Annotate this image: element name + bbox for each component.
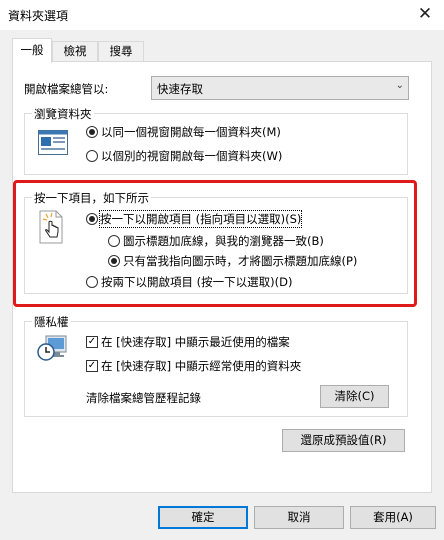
radio-single-click-label: 按一下以開啟項目 (指向項目以選取)(S)	[98, 210, 303, 228]
cancel-button[interactable]: 取消	[254, 506, 344, 529]
restore-defaults-button[interactable]: 還原成預設值(R)	[282, 429, 405, 452]
window-icon	[38, 128, 68, 156]
privacy-legend: 隱私權	[32, 314, 71, 330]
radio-same-window[interactable]	[86, 126, 98, 138]
radio-single-click[interactable]	[86, 213, 98, 225]
radio-double-click[interactable]	[86, 276, 98, 288]
browse-folders-group	[24, 113, 408, 175]
radio-same-window-label: 以同一個視窗開啟每一個資料夾(M)	[101, 125, 281, 139]
privacy-clock-icon	[36, 333, 68, 363]
radio-double-click-label: 按兩下以開啟項目 (按一下以選取)(D)	[101, 275, 293, 289]
open-explorer-label: 開啟檔案總管以:	[24, 82, 109, 96]
check-recent-files[interactable]: ✓	[86, 336, 98, 348]
browse-folders-legend: 瀏覽資料夾	[32, 106, 94, 122]
click-items-legend: 按一下項目，如下所示	[32, 190, 151, 206]
radio-separate-window[interactable]	[86, 150, 98, 162]
open-explorer-value: 快速存取	[157, 82, 203, 96]
check-frequent-folders[interactable]: ✓	[86, 360, 98, 372]
radio-separate-window-label: 以個別的視窗開啟每一個資料夾(W)	[101, 149, 283, 163]
chevron-down-icon: ⌄	[395, 80, 404, 91]
apply-button[interactable]: 套用(A)	[350, 506, 436, 529]
radio-underline-browser[interactable]	[108, 235, 120, 247]
tab-general[interactable]: 一般	[12, 38, 52, 63]
clear-history-label: 清除檔案總管歷程記錄	[86, 391, 201, 405]
open-explorer-select[interactable]: 快速存取 ⌄	[151, 76, 409, 100]
tab-view[interactable]: 檢視	[52, 41, 98, 61]
tab-search[interactable]: 搜尋	[98, 41, 144, 61]
hand-pointer-icon	[38, 210, 66, 244]
ok-button[interactable]: 確定	[158, 506, 248, 529]
radio-underline-point[interactable]	[108, 255, 120, 267]
close-button[interactable]: ✕	[410, 1, 440, 28]
check-recent-files-label: 在 [快速存取] 中顯示最近使用的檔案	[101, 335, 290, 349]
radio-underline-browser-label: 圖示標題加底線，與我的瀏覽器一致(B)	[123, 234, 324, 248]
radio-underline-point-label: 只有當我指向圖示時，才將圖示標題加底線(P)	[123, 254, 358, 268]
clear-button[interactable]: 清除(C)	[320, 385, 389, 408]
window-title: 資料夾選項	[8, 9, 69, 23]
check-frequent-folders-label: 在 [快速存取] 中顯示經常使用的資料夾	[101, 359, 302, 373]
